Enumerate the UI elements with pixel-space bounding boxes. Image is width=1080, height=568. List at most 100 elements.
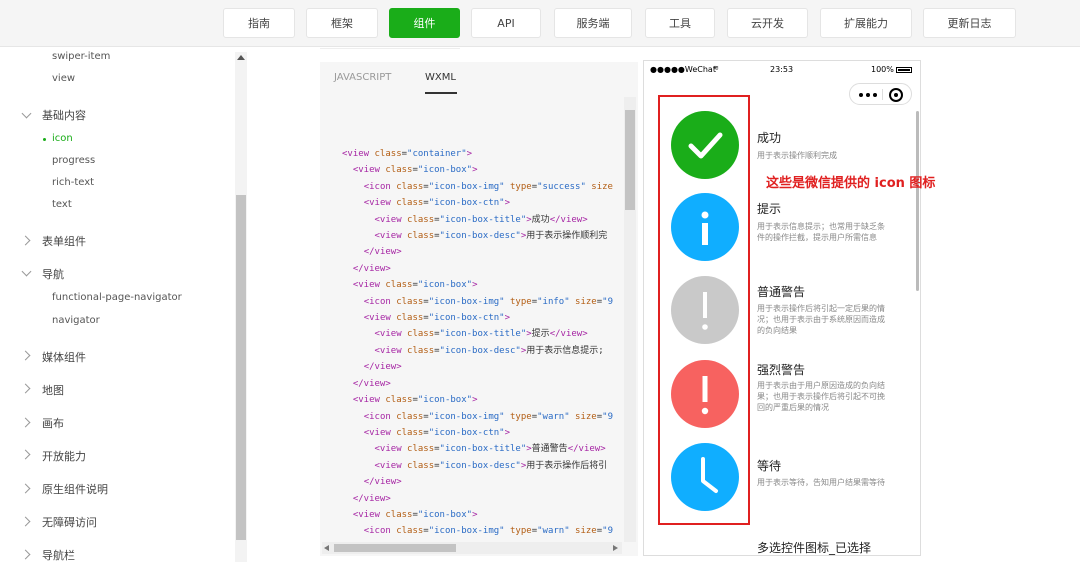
sidebar-item-progress[interactable]: progress [52,155,95,166]
code-token: </view> [567,444,606,455]
phone-scrollbar[interactable] [916,111,919,291]
code-line: <icon class="icon-box-img" type="warn" s… [342,523,622,536]
success-icon [671,111,739,179]
code-token: > [472,395,478,406]
code-token: "icon-box" [417,280,473,291]
code-token: > [472,509,478,520]
code-token: class [396,427,424,438]
sidebar-item-nav[interactable]: 导航 [42,266,64,282]
code-token: class [396,411,424,422]
sidebar-item-native[interactable]: 原生组件说明 [42,481,108,497]
code-token: "9 [602,526,613,536]
sidebar-item-rich-text[interactable]: rich-text [52,177,94,188]
code-token: "icon-box-desc" [439,460,521,471]
sidebar-item-icon[interactable]: icon [52,133,73,144]
code-line: </view> [342,474,622,490]
sidebar-item-canvas[interactable]: 画布 [42,415,64,431]
code-token: "icon-box-title" [439,329,527,340]
scroll-left-arrow-icon[interactable] [324,545,329,551]
code-line: <view class="icon-box"> [342,392,622,408]
waiting-icon [671,443,739,511]
code-token: <icon [363,411,397,422]
nav-tools[interactable]: 工具 [645,8,715,38]
more-icon[interactable] [859,93,877,97]
warn-icon [671,276,739,344]
sidebar-item-swiper-item[interactable]: swiper-item [52,51,110,62]
code-token: <icon [363,181,397,192]
code-token: </view> [363,247,402,258]
code-token: > [504,198,510,209]
close-miniprogram-icon[interactable] [889,88,903,102]
sidebar-scroll-thumb[interactable] [236,195,246,540]
code-token: "icon-box-img" [428,411,510,422]
code-line: <view class="icon-box-ctn"> [342,195,622,211]
icon-title-success: 成功 [757,131,782,145]
code-token: "container" [407,149,467,159]
code-line: </view> [342,376,622,392]
code-line: <icon class="icon-box-img" type="warn" s… [342,409,622,425]
code-editor[interactable]: <view class="container"> <view class="ic… [342,146,622,536]
nav-guide[interactable]: 指南 [223,8,295,38]
code-token: class [407,231,435,242]
nav-server[interactable]: 服务端 [554,8,632,38]
nav-components[interactable]: 组件 [389,8,460,38]
nav-changelog[interactable]: 更新日志 [923,8,1016,38]
code-token: </view> [549,214,588,225]
code-vertical-scroll-thumb[interactable] [625,110,635,210]
nav-framework[interactable]: 框架 [306,8,378,38]
sidebar-item-media[interactable]: 媒体组件 [42,349,86,365]
sidebar-item-open[interactable]: 开放能力 [42,448,86,464]
sidebar-item-view[interactable]: view [52,73,75,84]
sidebar-item-navigator[interactable]: navigator [52,315,100,326]
code-token: <view [374,345,408,356]
sidebar-item-a11y[interactable]: 无障碍访问 [42,514,97,530]
sidebar-item-form[interactable]: 表单组件 [42,233,86,249]
code-line: <view class="icon-box-desc">用于表示操作顺利完 [342,228,622,244]
code-token: "info" [537,296,576,307]
carrier-label: ●●●●●WeChat [650,65,716,74]
miniprogram-capsule[interactable] [849,83,912,105]
code-token: "icon-box-img" [428,296,510,307]
nav-extensions[interactable]: 扩展能力 [820,8,912,38]
code-horizontal-scroll-thumb[interactable] [334,544,456,552]
code-token: <view [352,280,386,291]
code-token: "warn" [537,411,576,422]
sidebar-item-map[interactable]: 地图 [42,382,64,398]
code-token: </view> [549,329,588,340]
icon-desc-success: 用于表示操作顺利完成 [757,151,837,160]
code-token: <view [342,149,375,159]
code-line: <icon class="icon-box-img" type="info" s… [342,294,622,310]
code-token: "icon-box-ctn" [428,313,505,324]
nav-cloud[interactable]: 云开发 [727,8,808,38]
scroll-right-arrow-icon[interactable] [613,545,618,551]
nav-api[interactable]: API [471,8,541,38]
scroll-up-arrow-icon[interactable] [237,55,245,60]
warn-strong-icon [671,360,739,428]
code-token: > [472,165,478,176]
status-time: 23:53 [770,65,794,74]
code-token: <view [374,214,408,225]
code-token: "icon-box-img" [428,526,510,536]
code-token: "icon-box-desc" [439,345,521,356]
code-token: <view [363,198,397,209]
code-token: class [385,165,413,176]
sidebar-item-functional-page-navigator[interactable]: functional-page-navigator [52,292,182,303]
code-line: <view class="icon-box-title">普通警告</view> [342,441,622,457]
top-nav: 指南 框架 组件 API 服务端 工具 云开发 扩展能力 更新日志 [0,0,1080,47]
code-token: 用于表示信息提示; [526,345,604,356]
sidebar-item-basic[interactable]: 基础内容 [42,107,86,123]
tab-javascript[interactable]: JAVASCRIPT [334,72,391,83]
code-line: <view class="icon-box-desc">用于表示信息提示; [342,343,622,359]
sidebar-item-text[interactable]: text [52,199,72,210]
code-token: </view> [352,493,391,504]
tab-wxml[interactable]: WXML [425,72,456,83]
sidebar-item-navbar[interactable]: 导航栏 [42,547,75,563]
code-token: class [396,296,424,307]
